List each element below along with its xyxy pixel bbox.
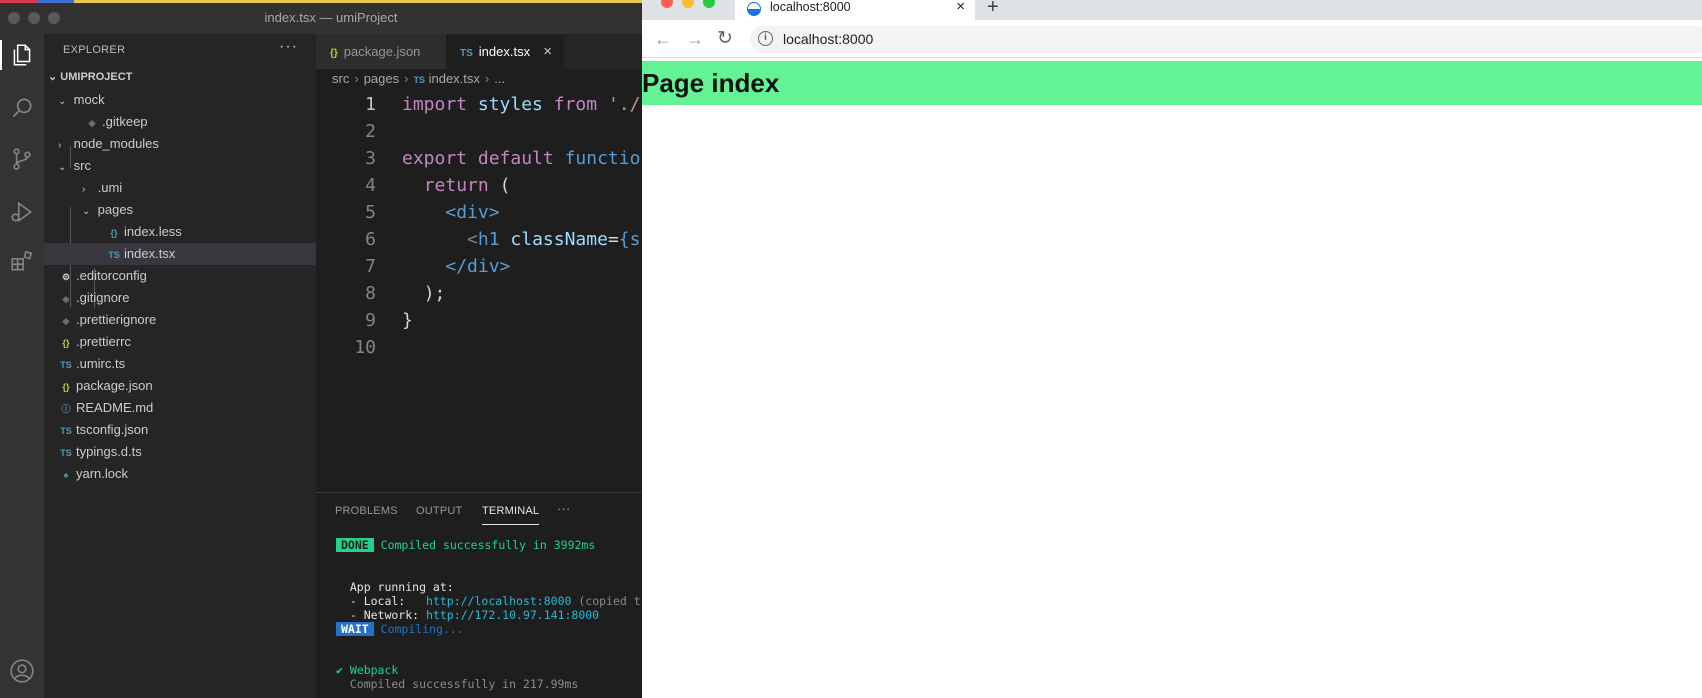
- breadcrumb-src[interactable]: src: [332, 71, 349, 86]
- terminal-app-running: App running at:: [336, 580, 454, 594]
- address-bar[interactable]: i localhost:8000: [750, 26, 1702, 53]
- breadcrumb-file[interactable]: index.tsx: [429, 71, 480, 86]
- braces-file-icon: {}: [110, 228, 118, 238]
- run-debug-icon[interactable]: [7, 197, 37, 227]
- tab-package-json[interactable]: {} package.json: [316, 34, 446, 69]
- breadcrumb-symbol[interactable]: ...: [494, 71, 505, 86]
- tab-index-tsx[interactable]: TS index.tsx ×: [446, 34, 564, 69]
- gear-file-icon: ⚙: [61, 272, 71, 282]
- chevron-down-icon: ⌄: [48, 71, 58, 83]
- tree-file-readme[interactable]: ⓘ README.md: [44, 397, 316, 419]
- tab-terminal[interactable]: TERMINAL: [482, 505, 540, 525]
- top-color-strip: [0, 0, 642, 3]
- json-file-icon: {}: [330, 48, 338, 59]
- page-heading: Page index: [642, 61, 1702, 105]
- url-text[interactable]: localhost:8000: [783, 31, 873, 47]
- reload-icon[interactable]: ↻: [717, 27, 733, 50]
- panel-more-button[interactable]: ···: [557, 501, 571, 516]
- tree-file-index-less[interactable]: {} index.less: [44, 221, 316, 243]
- local-url-link[interactable]: http://localhost:8000: [426, 594, 571, 608]
- browser-tab-title: localhost:8000: [770, 0, 851, 14]
- vscode-titlebar: index.tsx — umiProject: [0, 0, 642, 34]
- forward-arrow-icon[interactable]: →: [686, 29, 704, 50]
- explorer-icon[interactable]: [0, 40, 37, 70]
- chevron-down-icon: ⌄: [58, 96, 67, 107]
- terminal-wait-line: WAIT Compiling...: [336, 622, 464, 636]
- globe-favicon-icon: [747, 2, 761, 16]
- tree-file-typings[interactable]: TS typings.d.ts: [44, 441, 316, 463]
- explorer-header: EXPLORER: [63, 44, 126, 56]
- vscode-window: index.tsx — umiProject EXPLORER ··· ⌄ UM…: [0, 0, 642, 698]
- terminal-webpack-line: ✔ Webpack: [336, 663, 399, 677]
- maximize-window-button[interactable]: [703, 0, 715, 8]
- tree-file-editorconfig[interactable]: ⚙ .editorconfig: [44, 265, 316, 287]
- window-title: index.tsx — umiProject: [264, 10, 398, 25]
- tree-file-prettierignore[interactable]: ◆ .prettierignore: [44, 309, 316, 331]
- yarn-file-icon: ♠: [63, 470, 69, 480]
- network-url-link[interactable]: http://172.10.97.141:8000: [426, 608, 599, 622]
- minimize-window-button[interactable]: [682, 0, 694, 8]
- tree-folder-umi[interactable]: › .umi: [44, 177, 316, 199]
- tree-file-gitignore[interactable]: ◆ .gitignore: [44, 287, 316, 309]
- editor-tabs: {} package.json TS index.tsx ×: [316, 34, 642, 69]
- terminal-local-line: - Local: http://localhost:8000 (copied t: [336, 594, 641, 608]
- root-folder[interactable]: ⌄ UMIPROJECT: [48, 70, 132, 83]
- tree-file-yarn-lock[interactable]: ♠ yarn.lock: [44, 463, 316, 485]
- explorer-sidebar: EXPLORER ··· ⌄ UMIPROJECT ⌄ mock ◆ .gitke…: [44, 34, 316, 698]
- tree-folder-mock[interactable]: ⌄ mock: [44, 89, 316, 111]
- search-icon[interactable]: [7, 93, 37, 123]
- breadcrumb: src › pages › TS index.tsx ›...: [332, 71, 506, 86]
- tree-file-prettierrc[interactable]: {} .prettierrc: [44, 331, 316, 353]
- ts-file-icon: TS: [60, 360, 72, 370]
- tree-file-index-tsx[interactable]: TS index.tsx: [44, 243, 316, 265]
- terminal-compiled-line: Compiled successfully in 217.99ms: [336, 677, 579, 691]
- tree-folder-pages[interactable]: ⌄ pages: [44, 199, 316, 221]
- terminal-network-line: - Network: http://172.10.97.141:8000: [336, 608, 600, 622]
- account-icon[interactable]: [7, 656, 37, 686]
- done-badge: DONE: [336, 538, 374, 552]
- gitkeep-file-icon: ◆: [88, 118, 96, 128]
- tree-folder-src[interactable]: ⌄ src: [44, 155, 316, 177]
- close-tab-icon[interactable]: ×: [543, 34, 552, 69]
- browser-tab-strip: localhost:8000 × +: [642, 0, 1702, 20]
- breadcrumb-pages[interactable]: pages: [364, 71, 399, 86]
- ts-file-icon: TS: [60, 448, 72, 458]
- ts-file-icon: TS: [108, 250, 120, 260]
- info-file-icon: ⓘ: [61, 404, 71, 414]
- explorer-more-button[interactable]: ···: [279, 38, 298, 56]
- tree-file-package-json[interactable]: {} package.json: [44, 375, 316, 397]
- wait-badge: WAIT: [336, 622, 374, 636]
- chevron-right-icon: ›: [82, 184, 86, 195]
- tab-problems[interactable]: PROBLEMS: [335, 505, 398, 517]
- info-icon[interactable]: i: [758, 31, 773, 46]
- close-tab-icon[interactable]: ×: [956, 0, 965, 15]
- browser-tab[interactable]: localhost:8000 ×: [735, 0, 975, 20]
- ts-file-icon: TS: [460, 48, 473, 59]
- source-control-icon[interactable]: [7, 144, 37, 174]
- tree-file-umirc[interactable]: TS .umirc.ts: [44, 353, 316, 375]
- chevron-down-icon: ⌄: [58, 162, 67, 173]
- back-arrow-icon[interactable]: ←: [654, 29, 672, 50]
- browser-window: localhost:8000 × + ← → ↻ i localhost:800…: [642, 0, 1702, 698]
- browser-toolbar: ← → ↻ i localhost:8000: [642, 20, 1702, 58]
- terminal-done-line: DONE Compiled successfully in 3992ms: [336, 538, 595, 552]
- prettier-file-icon: ◆: [62, 316, 70, 326]
- close-window-button[interactable]: [661, 0, 673, 8]
- bottom-panel: PROBLEMS OUTPUT TERMINAL ··· DONE Compil…: [316, 492, 642, 698]
- new-tab-button[interactable]: +: [987, 0, 999, 19]
- chevron-right-icon: ›: [58, 140, 62, 151]
- tree-folder-node-modules[interactable]: › node_modules: [44, 133, 316, 155]
- git-file-icon: ◆: [62, 294, 70, 304]
- tsconfig-file-icon: TS: [60, 426, 72, 436]
- extensions-icon[interactable]: [7, 246, 37, 276]
- ts-file-icon: TS: [413, 75, 425, 85]
- tree-file-gitkeep[interactable]: ◆ .gitkeep: [44, 111, 316, 133]
- chevron-down-icon: ⌄: [82, 206, 91, 217]
- json-file-icon: {}: [62, 338, 70, 348]
- tree-file-tsconfig[interactable]: TS tsconfig.json: [44, 419, 316, 441]
- activity-bar: [0, 34, 44, 698]
- json-file-icon: {}: [62, 382, 70, 392]
- tab-output[interactable]: OUTPUT: [416, 505, 462, 517]
